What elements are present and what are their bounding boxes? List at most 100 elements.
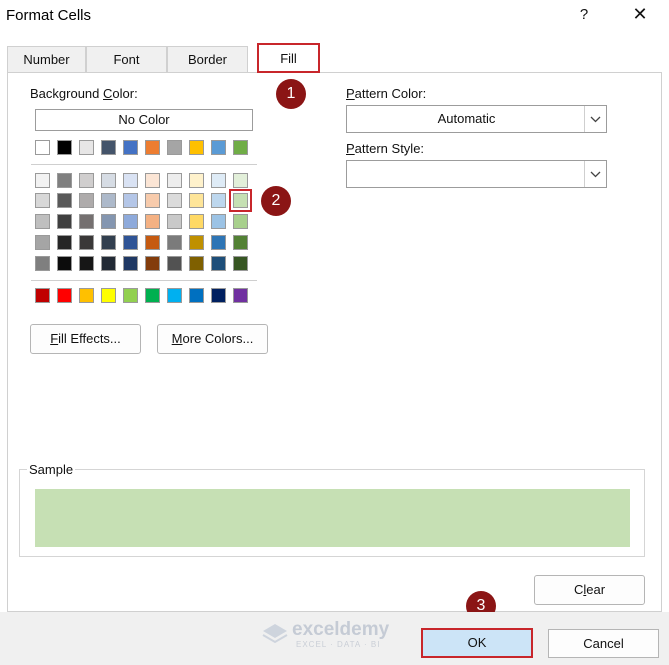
title-bar: Format Cells ? ✕	[0, 0, 669, 34]
tab-border[interactable]: Border	[167, 46, 248, 72]
theme-tint-swatch[interactable]	[57, 214, 72, 229]
theme-tint-swatch[interactable]	[211, 214, 226, 229]
theme-color-swatch[interactable]	[35, 140, 50, 155]
theme-tint-swatch[interactable]	[145, 214, 160, 229]
theme-tint-swatch[interactable]	[123, 214, 138, 229]
fill-effects-button[interactable]: Fill Effects...	[30, 324, 141, 354]
background-color-label: Background Color:	[30, 86, 138, 101]
theme-tint-swatch[interactable]	[189, 193, 204, 208]
theme-tint-swatch[interactable]	[123, 193, 138, 208]
chevron-down-icon[interactable]	[584, 161, 606, 187]
ok-button[interactable]: OK	[421, 628, 533, 658]
dialog-title: Format Cells	[6, 7, 92, 24]
tab-strip-divider	[7, 72, 662, 73]
theme-tint-swatch[interactable]	[189, 214, 204, 229]
theme-tint-swatch[interactable]	[145, 235, 160, 250]
theme-color-swatch[interactable]	[167, 140, 182, 155]
theme-tint-swatch[interactable]	[189, 256, 204, 271]
no-color-button[interactable]: No Color	[35, 109, 253, 131]
more-colors-button[interactable]: More Colors...	[157, 324, 268, 354]
theme-tint-swatch[interactable]	[211, 256, 226, 271]
theme-tint-swatch[interactable]	[101, 235, 116, 250]
theme-tint-swatch[interactable]	[79, 235, 94, 250]
cancel-button[interactable]: Cancel	[548, 629, 659, 658]
theme-color-swatch[interactable]	[123, 140, 138, 155]
theme-tint-swatch[interactable]	[101, 256, 116, 271]
standard-color-swatch[interactable]	[101, 288, 116, 303]
theme-color-swatch[interactable]	[233, 140, 248, 155]
theme-tint-swatch[interactable]	[57, 193, 72, 208]
theme-tint-swatch[interactable]	[79, 214, 94, 229]
theme-tint-swatch[interactable]	[79, 193, 94, 208]
theme-tint-swatch[interactable]	[167, 235, 182, 250]
theme-tint-swatch[interactable]	[35, 214, 50, 229]
standard-color-swatch[interactable]	[79, 288, 94, 303]
pattern-style-select[interactable]	[346, 160, 607, 188]
theme-tint-swatch[interactable]	[123, 235, 138, 250]
standard-color-swatch[interactable]	[189, 288, 204, 303]
theme-color-swatch[interactable]	[79, 140, 94, 155]
theme-tint-swatch[interactable]	[233, 173, 248, 188]
theme-tint-swatch[interactable]	[145, 193, 160, 208]
pattern-style-label: Pattern Style:	[346, 141, 425, 156]
theme-tint-swatch[interactable]	[233, 214, 248, 229]
standard-color-swatch[interactable]	[57, 288, 72, 303]
theme-tint-swatch[interactable]	[57, 173, 72, 188]
theme-tint-swatch[interactable]	[57, 235, 72, 250]
standard-color-swatch[interactable]	[167, 288, 182, 303]
theme-tint-swatch[interactable]	[167, 173, 182, 188]
standard-color-swatch[interactable]	[233, 288, 248, 303]
theme-tint-swatch[interactable]	[35, 173, 50, 188]
pattern-color-value: Automatic	[437, 111, 496, 126]
help-button[interactable]: ?	[574, 6, 594, 26]
theme-tint-swatch[interactable]	[101, 173, 116, 188]
exceldemy-logo-icon	[262, 624, 288, 644]
theme-color-swatch[interactable]	[211, 140, 226, 155]
theme-tint-swatch[interactable]	[167, 214, 182, 229]
theme-tint-swatch[interactable]	[123, 173, 138, 188]
theme-tint-swatch[interactable]	[35, 235, 50, 250]
watermark-tagline: EXCEL · DATA · BI	[296, 640, 381, 649]
exceldemy-watermark: exceldemy EXCEL · DATA · BI	[262, 619, 410, 651]
theme-tint-swatch[interactable]	[145, 173, 160, 188]
tab-fill[interactable]: Fill	[257, 43, 320, 73]
theme-tint-swatch[interactable]	[233, 235, 248, 250]
sample-label: Sample	[27, 462, 76, 477]
theme-tint-swatch[interactable]	[229, 189, 252, 212]
theme-tint-swatch[interactable]	[167, 256, 182, 271]
theme-color-swatch[interactable]	[101, 140, 116, 155]
theme-tint-swatch[interactable]	[101, 214, 116, 229]
theme-tint-swatch[interactable]	[189, 173, 204, 188]
step-marker-1: 1	[276, 79, 306, 109]
palette-divider	[31, 280, 257, 281]
clear-button[interactable]: Clear	[534, 575, 645, 605]
tab-font[interactable]: Font	[86, 46, 167, 72]
theme-tint-swatch[interactable]	[145, 256, 160, 271]
theme-tint-swatch[interactable]	[79, 173, 94, 188]
theme-tint-swatch[interactable]	[211, 235, 226, 250]
theme-tint-swatch[interactable]	[35, 256, 50, 271]
theme-tint-swatch[interactable]	[35, 193, 50, 208]
chevron-down-icon[interactable]	[584, 106, 606, 132]
theme-color-swatch[interactable]	[57, 140, 72, 155]
theme-tint-swatch[interactable]	[101, 193, 116, 208]
theme-color-swatch[interactable]	[145, 140, 160, 155]
theme-tint-swatch[interactable]	[79, 256, 94, 271]
sample-preview	[35, 489, 630, 547]
standard-color-swatch[interactable]	[123, 288, 138, 303]
step-marker-2: 2	[261, 186, 291, 216]
standard-color-swatch[interactable]	[145, 288, 160, 303]
tab-number[interactable]: Number	[7, 46, 86, 72]
standard-color-swatch[interactable]	[35, 288, 50, 303]
standard-color-swatch[interactable]	[211, 288, 226, 303]
theme-tint-swatch[interactable]	[123, 256, 138, 271]
theme-tint-swatch[interactable]	[233, 256, 248, 271]
close-button[interactable]: ✕	[627, 4, 653, 28]
theme-tint-swatch[interactable]	[211, 173, 226, 188]
theme-tint-swatch[interactable]	[189, 235, 204, 250]
theme-color-swatch[interactable]	[189, 140, 204, 155]
theme-tint-swatch[interactable]	[167, 193, 182, 208]
theme-tint-swatch[interactable]	[57, 256, 72, 271]
theme-tint-swatch[interactable]	[211, 193, 226, 208]
pattern-color-select[interactable]: Automatic	[346, 105, 607, 133]
